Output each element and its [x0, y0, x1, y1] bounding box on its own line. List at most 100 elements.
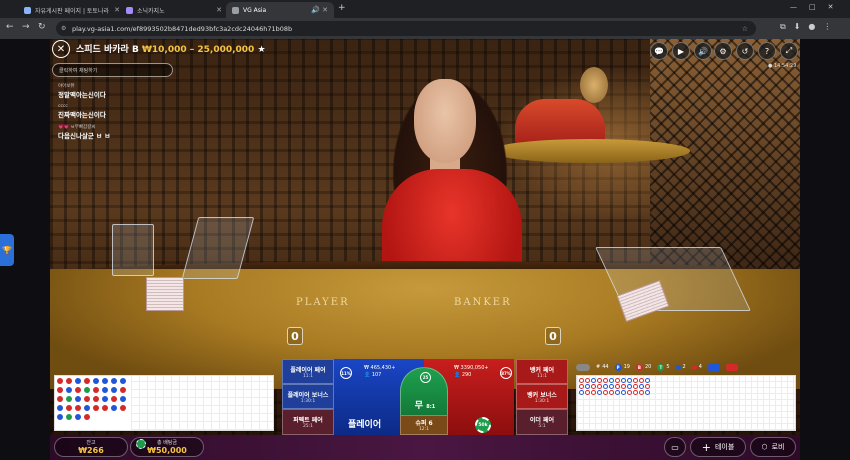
chat-bubble-icon: ▭: [671, 442, 679, 452]
bead-marker: [84, 378, 90, 384]
bead-marker: [66, 405, 72, 411]
address-bar-row: ← → ↻ ⚙ play.vg-asia1.com/ef8993502b8471…: [0, 18, 850, 39]
browser-tab-active[interactable]: VG Asia 🔊 ✕: [226, 2, 334, 18]
bead-marker: [93, 405, 99, 411]
favicon-icon: [126, 6, 133, 14]
either-pair-bet[interactable]: 이더 페어 5:1: [516, 409, 568, 435]
perfect-pair-bet[interactable]: 퍼펙트 페어 25:1: [282, 409, 334, 435]
player-bonus-bet[interactable]: 플레이어 보너스 1:30:1: [282, 384, 334, 409]
banker-ask-button[interactable]: [725, 363, 738, 371]
lattice-screen: [650, 39, 800, 279]
favicon-icon: [232, 6, 239, 14]
bead-marker: [102, 378, 108, 384]
settings-gear-icon[interactable]: ⚙: [714, 42, 732, 60]
browser-toolbar-icons[interactable]: ⧉⬇●⋮: [780, 22, 839, 32]
banker-bet-amount: ₩ 3390,050+: [454, 365, 489, 371]
big-road[interactable]: [576, 375, 796, 431]
bead-marker: [120, 378, 126, 384]
bead-marker: [111, 405, 117, 411]
stat-tie: T5: [657, 363, 670, 371]
plus-icon: +: [701, 440, 711, 454]
background-dealer: [580, 67, 608, 103]
history-icon[interactable]: ↺: [736, 42, 754, 60]
bead-marker: [66, 387, 72, 393]
mute-tab-icon[interactable]: 🔊 ✕: [311, 6, 328, 14]
lobby-button[interactable]: ⬡ 로비: [750, 437, 796, 457]
bead-marker: [84, 414, 90, 420]
site-info-icon[interactable]: ⚙: [61, 25, 66, 32]
stat-banker: B 20: [635, 363, 652, 371]
bead-marker: [102, 387, 108, 393]
bead-marker: [75, 396, 81, 402]
bead-marker: [84, 396, 90, 402]
bead-marker: [84, 405, 90, 411]
bookmark-star-icon[interactable]: ☆: [742, 25, 748, 33]
player-area-label: PLAYER: [296, 297, 350, 308]
reload-icon[interactable]: ↻: [38, 22, 46, 32]
game-clock: ● 14:54:29: [768, 63, 797, 69]
side-promo-tab[interactable]: 🏆: [0, 234, 14, 266]
chat-message: 💗💗 ㅂ부빠갑갈씨 다음신나살군 ㅂ ㅂ: [58, 125, 111, 140]
banker-pair-bet[interactable]: 뱅커 페어 11:1: [516, 359, 568, 384]
player-bet-count: 👤 107: [364, 372, 382, 378]
fullscreen-icon[interactable]: ⤢: [780, 42, 798, 60]
browser-tab-bar: 자유게시판 페이지 | 토토나라 ✕ 소닉카지노 ✕ VG Asia 🔊 ✕ +…: [0, 0, 850, 18]
close-icon: ✕: [56, 43, 66, 55]
close-game-button[interactable]: ✕: [52, 40, 70, 58]
bead-marker: [93, 396, 99, 402]
player-ask-button[interactable]: [707, 363, 720, 371]
tie-count: 25: [420, 372, 431, 383]
help-icon[interactable]: ?: [758, 42, 776, 60]
bet-chip[interactable]: 50k: [475, 417, 491, 433]
stat-total: # 44: [596, 364, 609, 370]
banker-bonus-bet[interactable]: 뱅커 보너스 1:30:1: [516, 384, 568, 409]
chat-log: 야아보쮸 정말맥아는신이다 cccc 진짜맥아는신이다 💗💗 ㅂ부빠갑갈씨 다음…: [58, 83, 178, 140]
big-road-grid: [578, 377, 650, 395]
bead-marker: [111, 387, 117, 393]
window-controls[interactable]: —□✕: [790, 3, 845, 11]
forward-icon[interactable]: →: [22, 22, 30, 32]
bead-marker: [57, 378, 63, 384]
url-input[interactable]: ⚙ play.vg-asia1.com/ef8993502b8471ded93b…: [56, 21, 756, 36]
bead-marker: [57, 405, 63, 411]
bead-road[interactable]: [54, 375, 274, 431]
chat-bubble-button[interactable]: ▭: [664, 437, 686, 457]
banker-percentage: 87%: [500, 367, 512, 379]
close-tab-icon[interactable]: ✕: [216, 6, 222, 14]
player-pair-bet[interactable]: 플레이어 페어 11:1: [282, 359, 334, 384]
favicon-icon: [24, 6, 31, 14]
stat-player-pair: 2: [675, 364, 686, 370]
bead-marker: [102, 396, 108, 402]
bead-marker: [111, 396, 117, 402]
stat-player: P 19: [614, 363, 630, 371]
bead-marker: [84, 387, 90, 393]
browser-tab[interactable]: 자유게시판 페이지 | 토토나라 ✕: [18, 2, 126, 18]
chat-icon[interactable]: 💬: [650, 42, 668, 60]
player-bet-amount: ₩ 465,430+: [364, 365, 396, 371]
bead-marker: [120, 387, 126, 393]
new-tab-icon[interactable]: +: [338, 3, 346, 13]
table-button[interactable]: + 테이블: [690, 437, 746, 457]
favorite-star-icon[interactable]: ★: [257, 45, 265, 55]
lobby-icon: ⬡: [761, 443, 768, 451]
bead-road-grid: [57, 378, 128, 422]
super-six-bet[interactable]: 슈퍼 6 12:1: [400, 415, 448, 435]
browser-tab[interactable]: 소닉카지노 ✕: [120, 2, 228, 18]
toggle-icon[interactable]: [576, 363, 590, 371]
bead-marker: [57, 414, 63, 420]
camera-icon[interactable]: ▶: [672, 42, 690, 60]
sound-icon[interactable]: 🔊: [694, 42, 712, 60]
bead-marker: [120, 396, 126, 402]
banker-area-label: BANKER: [454, 297, 512, 308]
banker-score: 0: [545, 327, 561, 345]
bead-marker: [102, 405, 108, 411]
trophy-icon: 🏆: [2, 245, 12, 255]
live-game-stage: PLAYER BANKER 0 0 ✕ 스피드 바카라 B ₩10,000 – …: [50, 39, 800, 460]
chat-input[interactable]: 클릭하여 채팅하기: [52, 63, 173, 77]
chat-message: 야아보쮸 정말맥아는신이다: [58, 84, 106, 99]
bead-marker: [75, 414, 81, 420]
chip-icon: [136, 439, 146, 449]
bead-marker: [57, 387, 63, 393]
bead-marker: [75, 378, 81, 384]
back-icon[interactable]: ←: [6, 22, 14, 32]
